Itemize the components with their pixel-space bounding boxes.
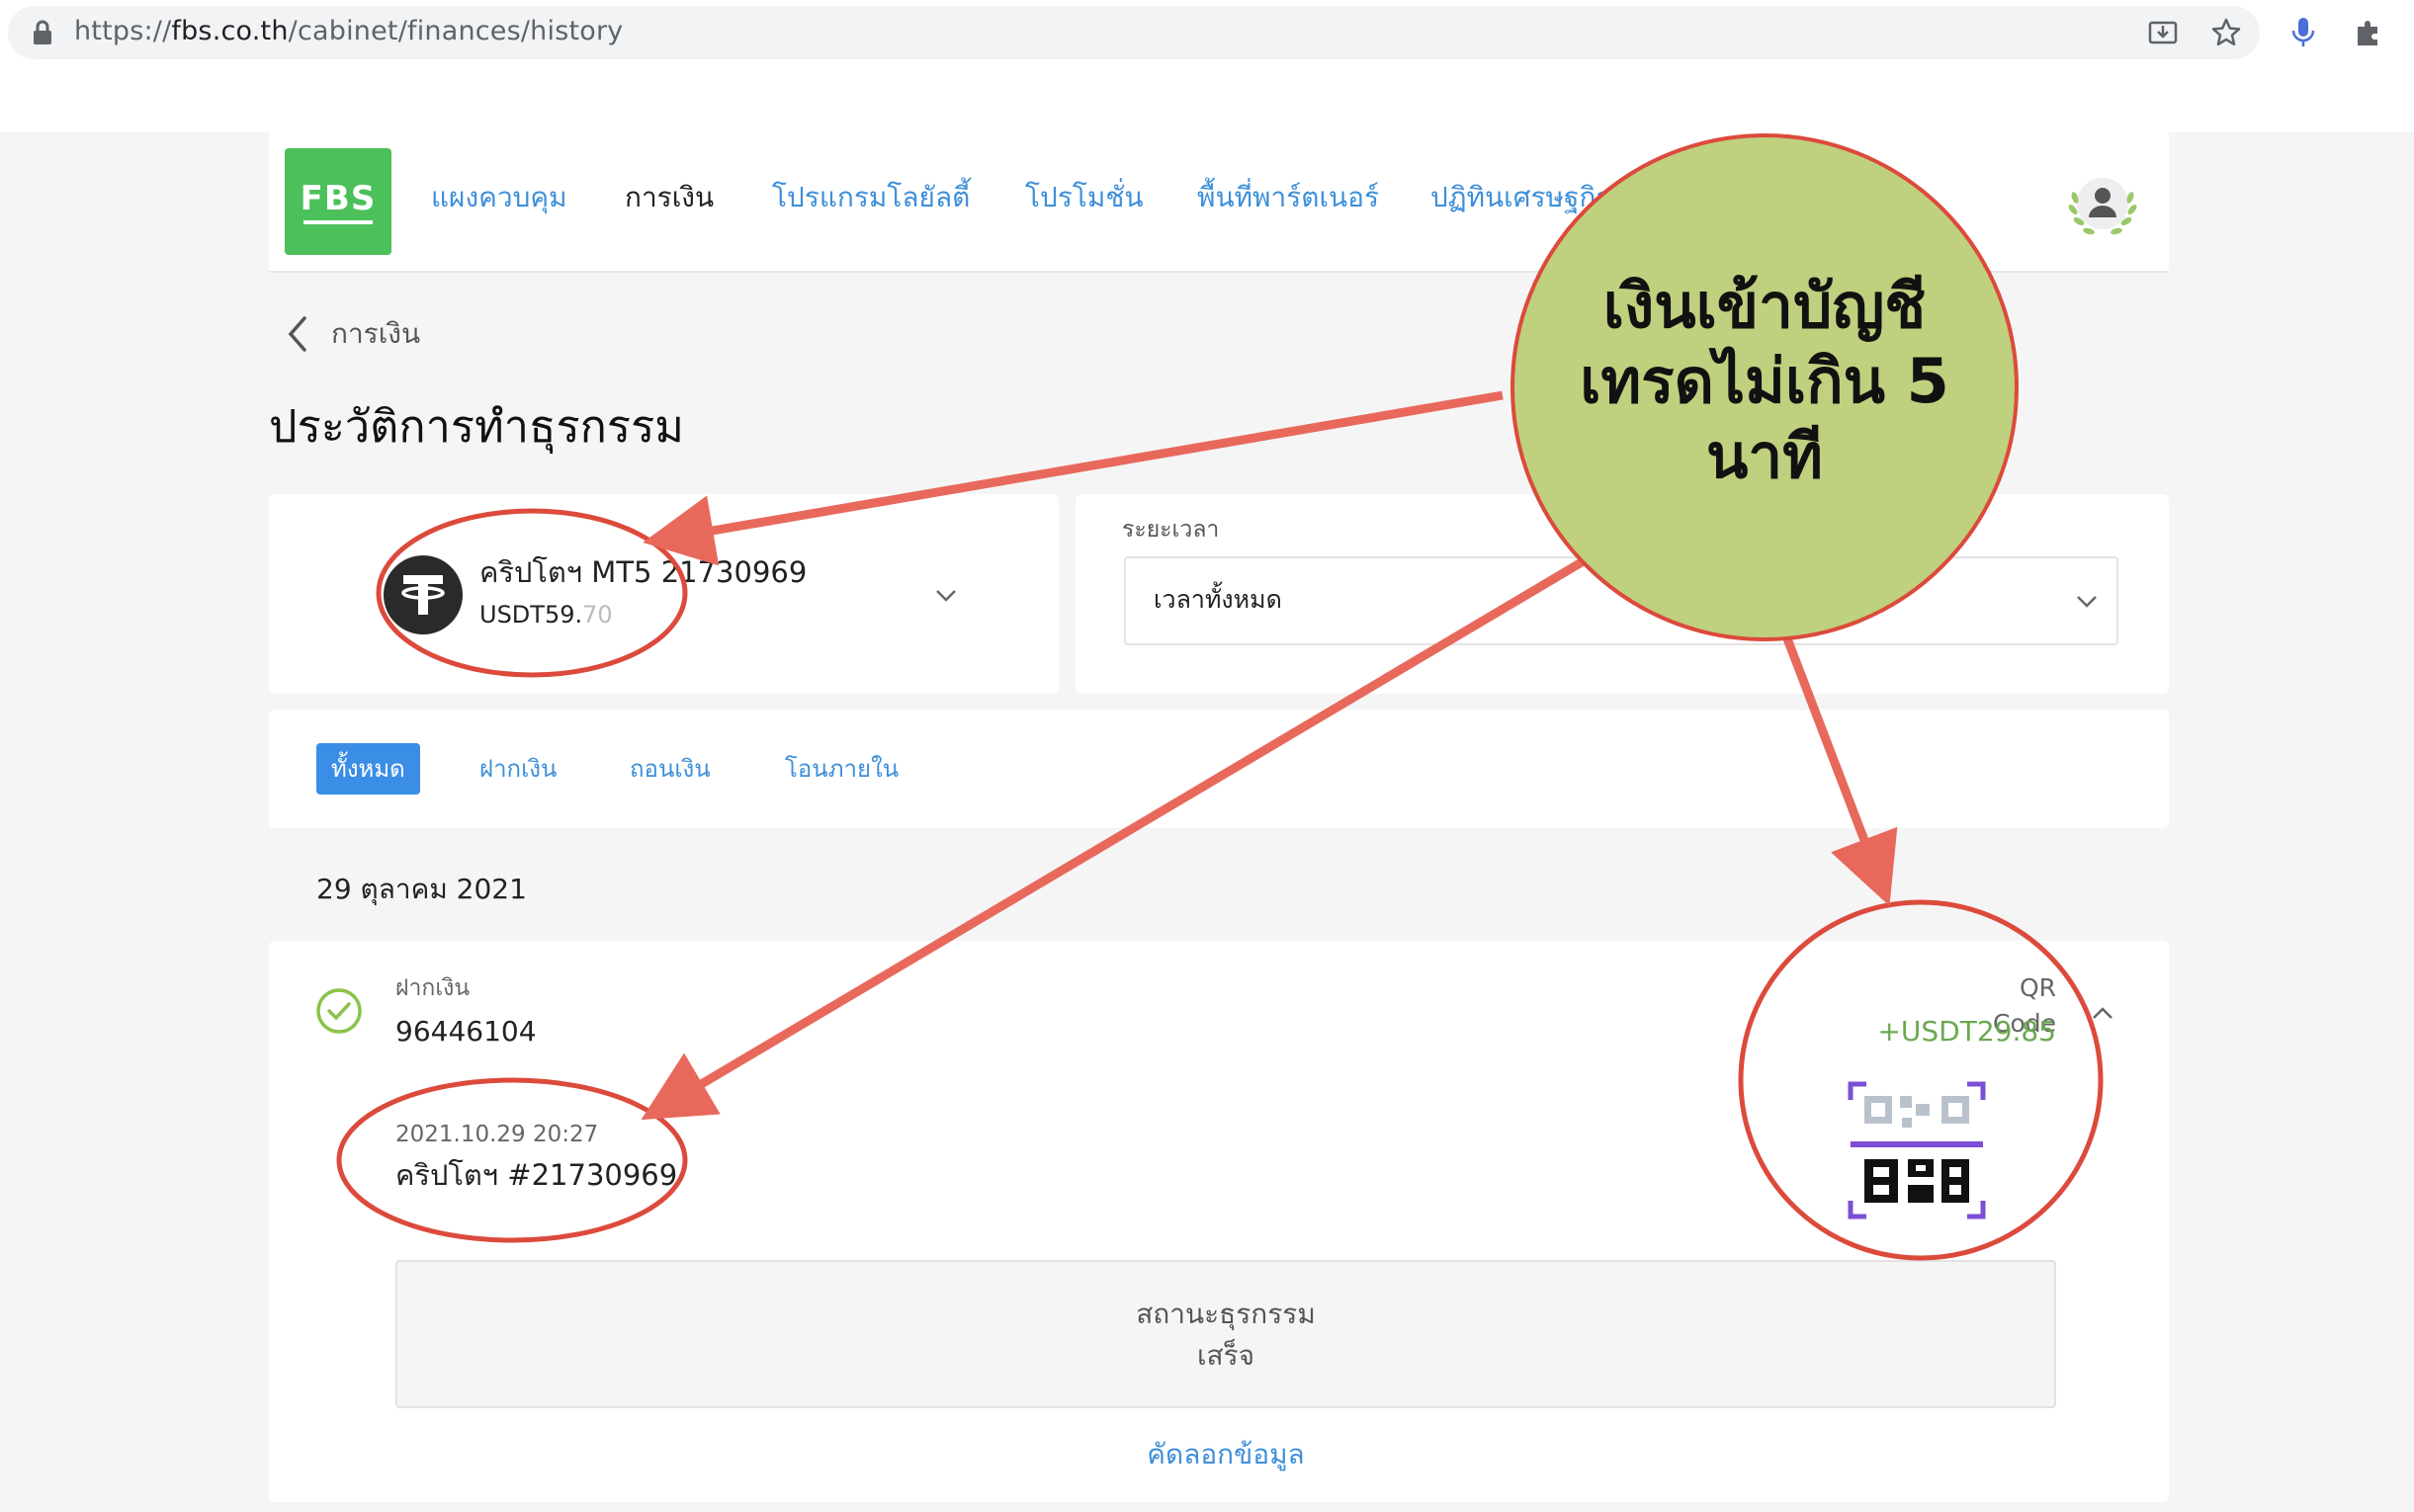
chevron-down-icon[interactable] [2073, 587, 2101, 615]
tether-icon [384, 555, 463, 634]
status-label: สถานะธุรกรรม [1136, 1298, 1316, 1330]
microphone-icon[interactable] [2284, 13, 2323, 52]
page-title: ประวัติการทำธุรกรรม [269, 400, 684, 453]
period-label: ระยะเวลา [1122, 517, 1220, 543]
transaction-type: ฝากเงิน [395, 975, 471, 1001]
chevron-up-icon[interactable] [2089, 1000, 2116, 1028]
url-prefix: https:// [74, 16, 172, 46]
fbs-logo[interactable]: FBS [285, 148, 391, 255]
transaction-datetime: 2021.10.29 20:27 [395, 1122, 599, 1147]
status-value: เสร็จ [1196, 1339, 1255, 1372]
nav-finance[interactable]: การเงิน [625, 178, 714, 217]
nav-dashboard[interactable]: แผงควบคุม [431, 178, 567, 217]
period-value: เวลาทั้งหมด [1154, 585, 1282, 614]
transaction-id: 96446104 [395, 1015, 537, 1048]
check-circle-icon [314, 986, 364, 1036]
lock-icon[interactable] [32, 20, 53, 45]
nav-promotions[interactable]: โปรโมชั่น [1025, 178, 1144, 217]
logo-text: FBS [300, 179, 377, 218]
user-avatar-laurel-icon[interactable] [2063, 166, 2142, 245]
account-balance: USDT59.70 [479, 597, 613, 632]
account-name: คริปโตฯ MT5 21730969 [479, 555, 808, 589]
breadcrumb[interactable]: การเงิน [331, 314, 420, 354]
extensions-icon[interactable] [2349, 13, 2388, 52]
callout-text: เงินเข้าบัญชี เทรดไม่เกิน 5 นาที [1580, 270, 1949, 492]
url-path: /cabinet/finances/history [288, 16, 624, 46]
bookmark-star-icon[interactable] [2206, 13, 2246, 52]
transaction-account: คริปโตฯ #21730969 [395, 1158, 678, 1192]
tab-withdraw[interactable]: ถอนเงิน [630, 743, 711, 795]
tab-internal-transfer[interactable]: โอนภายใน [785, 743, 899, 795]
chevron-down-icon[interactable] [932, 581, 960, 609]
install-app-icon[interactable] [2143, 13, 2183, 52]
url-domain: fbs.co.th [171, 16, 289, 46]
qr-code-icon [1847, 1080, 1987, 1220]
tab-all[interactable]: ทั้งหมด [316, 743, 420, 795]
date-heading: 29 ตุลาคม 2021 [316, 873, 527, 905]
nav-economic-calendar[interactable]: ปฏิทินเศรษฐกิจ [1430, 178, 1612, 217]
tab-deposit[interactable]: ฝากเงิน [479, 743, 557, 795]
transaction-status-box [395, 1260, 2056, 1408]
copy-info-link[interactable]: คัดลอกข้อมูล [395, 1435, 2056, 1474]
transaction-amount: +USDT29.85 [1877, 1015, 2056, 1048]
nav-partner-area[interactable]: พื้นที่พาร์ตเนอร์ [1197, 178, 1379, 217]
nav-loyalty-program[interactable]: โปรแกรมโลยัลตี้ [772, 178, 970, 217]
logo-underline [303, 220, 373, 224]
back-chevron-icon[interactable] [285, 314, 310, 354]
balance-main: USDT59. [479, 601, 583, 629]
balance-decimal: 70 [582, 601, 613, 629]
url-text[interactable]: https://fbs.co.th/cabinet/finances/histo… [74, 12, 623, 51]
